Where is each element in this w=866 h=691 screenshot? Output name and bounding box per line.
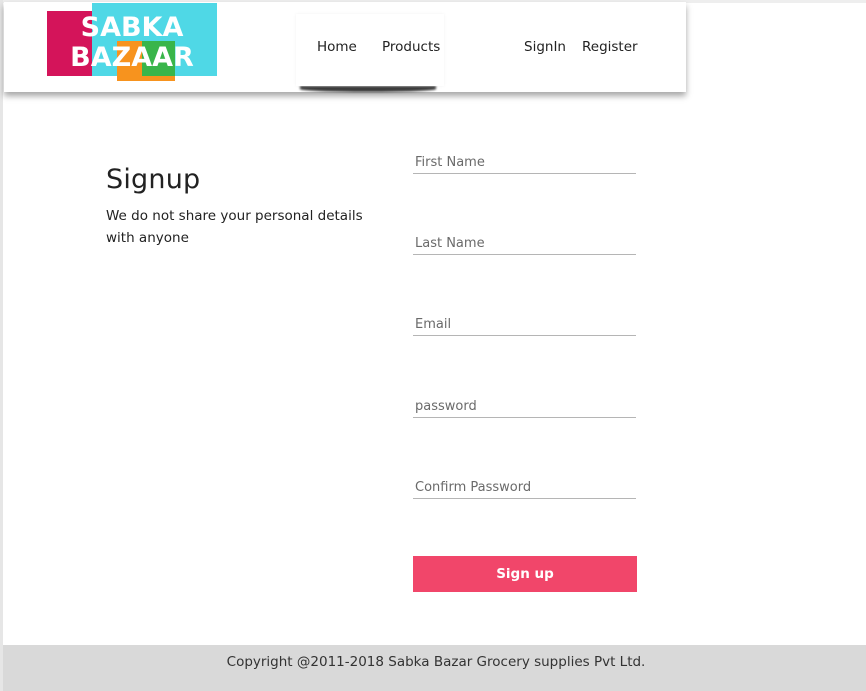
signup-button[interactable]: Sign up	[413, 556, 637, 592]
nav-signin-link[interactable]: SignIn	[524, 39, 566, 55]
page-title: Signup	[106, 164, 201, 195]
logo-text-line2: BAZAAR	[70, 42, 194, 73]
copyright-text: Copyright @2011-2018 Sabka Bazar Grocery…	[226, 654, 646, 670]
last-name-input[interactable]	[413, 233, 636, 255]
confirm-password-input[interactable]	[413, 477, 636, 499]
logo-graphic: SABKA BAZAAR	[47, 3, 217, 81]
email-input[interactable]	[413, 314, 636, 336]
window-left-edge	[0, 0, 3, 691]
page-subtitle: We do not share your personal details wi…	[106, 208, 363, 246]
nav-products-link[interactable]: Products	[382, 39, 440, 55]
password-input[interactable]	[413, 396, 636, 418]
site-footer: Copyright @2011-2018 Sabka Bazar Grocery…	[3, 645, 866, 691]
nav-register-link[interactable]: Register	[582, 39, 638, 55]
first-name-input[interactable]	[413, 152, 636, 174]
nav-shadow	[300, 86, 436, 92]
sabka-bazaar-logo[interactable]: SABKA BAZAAR	[47, 3, 217, 81]
nav-home-link[interactable]: Home	[317, 39, 357, 55]
logo-text-line1: SABKA	[81, 12, 184, 43]
